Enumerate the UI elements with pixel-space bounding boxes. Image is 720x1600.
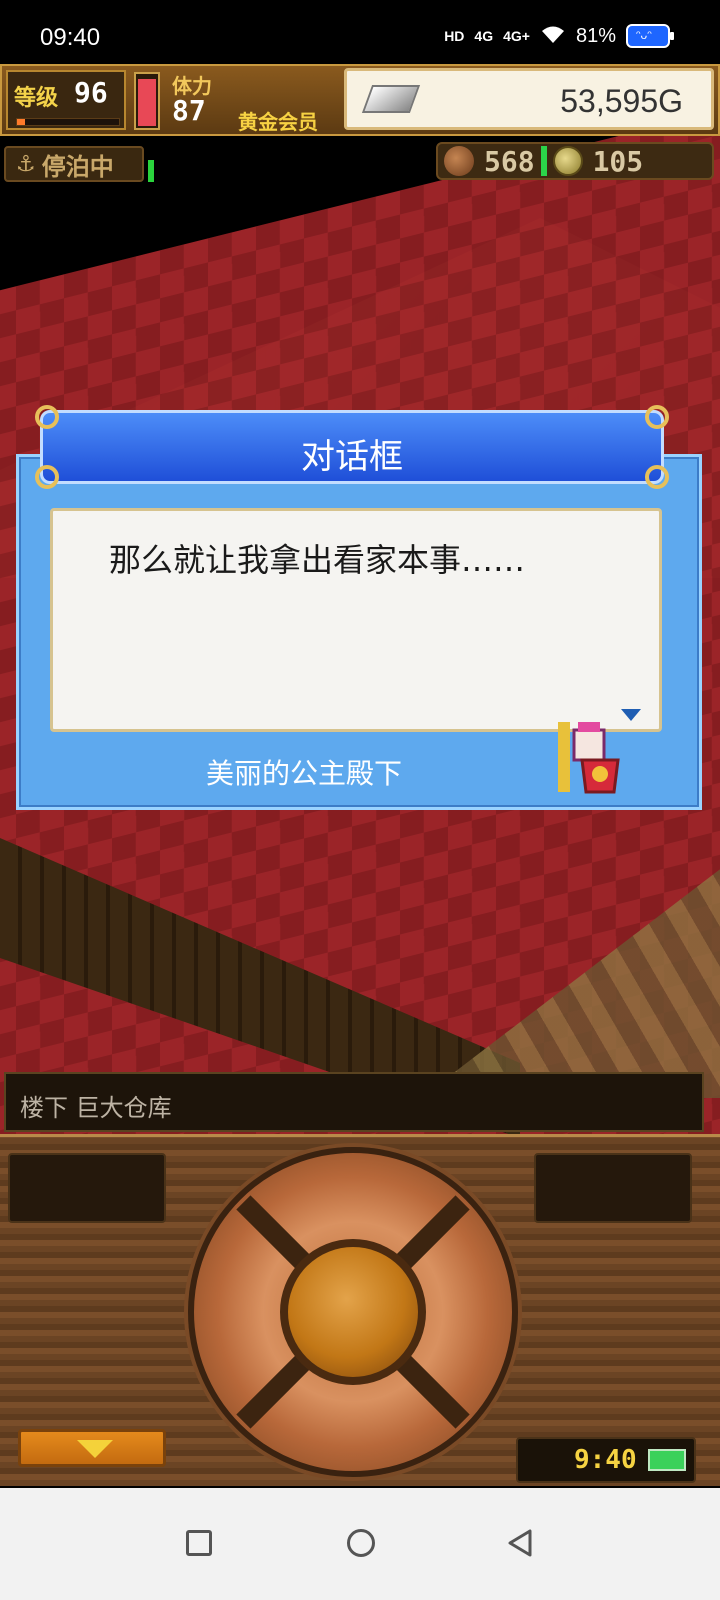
princess-portrait-icon <box>558 722 620 794</box>
home-button[interactable] <box>336 1518 386 1568</box>
level-value: 96 <box>74 76 108 109</box>
right-slot-button[interactable] <box>534 1153 692 1223</box>
meat-icon <box>444 146 474 176</box>
member-badge: 黄金会员 <box>238 110 318 134</box>
silver-ingot-icon <box>361 85 421 113</box>
left-slot-button[interactable] <box>8 1153 166 1223</box>
game-clock-time: 9:40 <box>574 1445 637 1475</box>
dock-status[interactable]: ⚓ 停泊中 <box>4 146 144 182</box>
coin-value: 105 <box>592 144 644 178</box>
meat-value: 568 <box>484 144 535 178</box>
status-icons: HD 4G 4G+ 81% ᵔᴗᵔ <box>444 24 674 48</box>
stamina-value: 87 <box>172 94 206 127</box>
status-time: 09:40 <box>40 24 101 51</box>
back-triangle-icon <box>508 1529 532 1557</box>
dock-label: 停泊中 <box>41 152 114 181</box>
coin-icon <box>552 146 583 176</box>
chevron-down-icon <box>77 1440 113 1458</box>
location-text: 楼下 巨大仓库 <box>20 1094 172 1122</box>
top-hud: 等级 96 体力 87 黄金会员 53,595G <box>0 64 720 136</box>
menu-toggle-button[interactable] <box>18 1429 166 1467</box>
back-button[interactable] <box>496 1518 546 1568</box>
dpad-center-button[interactable] <box>280 1239 426 1385</box>
level-box: 等级 96 <box>6 70 126 130</box>
hd-icon: HD <box>444 28 465 44</box>
network-4g-plus-icon: 4G+ <box>503 28 530 44</box>
dialog-title: 对话框 <box>301 437 403 477</box>
gold-display[interactable]: 53,595G <box>344 68 714 130</box>
xp-bar <box>16 118 120 126</box>
next-arrow-icon[interactable] <box>621 709 641 721</box>
game-clock: 9:40 <box>516 1437 696 1483</box>
gold-value: 53,595G <box>560 83 683 119</box>
square-icon <box>186 1530 212 1556</box>
level-label: 等级 <box>14 86 59 111</box>
resource-divider <box>540 146 547 176</box>
battery-percent: 81% <box>575 24 616 47</box>
wifi-icon <box>540 25 566 48</box>
recent-apps-button[interactable] <box>174 1518 224 1568</box>
network-4g-icon: 4G <box>474 28 494 44</box>
game-battery-icon <box>648 1449 686 1471</box>
control-panel: 9:40 <box>0 1134 720 1486</box>
navigation-bar <box>0 1488 720 1600</box>
dialog-message-box[interactable]: 那么就让我拿出看家本事…… <box>50 508 662 732</box>
resource-bar: 568 105 <box>436 142 714 180</box>
anchor-icon: ⚓ <box>16 151 36 177</box>
location-bar: 楼下 巨大仓库 <box>4 1072 704 1132</box>
battery-icon: ᵔᴗᵔ <box>626 24 674 48</box>
corner-ornament <box>35 405 59 429</box>
speaker-name: 美丽的公主殿下 <box>206 757 403 790</box>
dialog-message: 那么就让我拿出看家本事…… <box>109 541 526 579</box>
circle-icon <box>347 1529 375 1557</box>
corner-ornament <box>645 405 669 429</box>
directional-pad[interactable] <box>188 1147 518 1477</box>
hp-bar <box>134 72 160 130</box>
dialog-header: 对话框 <box>35 405 669 489</box>
dock-signal-indicator <box>148 160 154 182</box>
